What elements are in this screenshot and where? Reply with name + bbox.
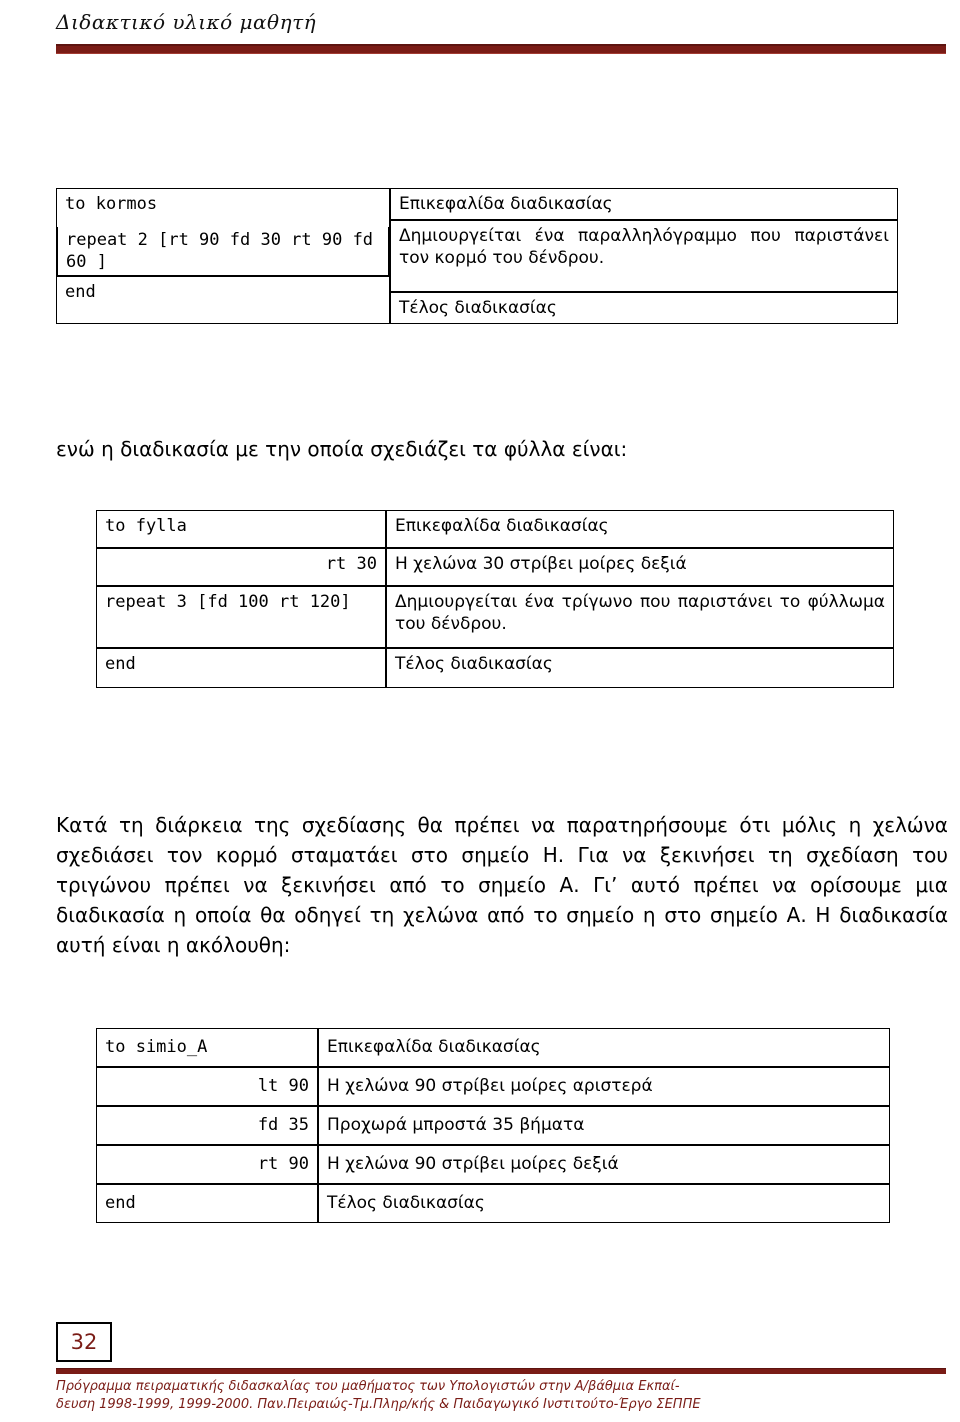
- code-cell: to fylla: [96, 510, 386, 548]
- comment-text: Η χελώνα 90 στρίβει μοίρες αριστερά: [327, 1076, 653, 1097]
- code-cell: lt 90: [96, 1067, 318, 1106]
- code-cell: to simio_A: [96, 1028, 318, 1067]
- comment-cell: Προχωρά μπροστά 35 βήματα: [318, 1106, 890, 1145]
- simio-code-column: to simio_A lt 90 fd 35 rt 90 end: [96, 1028, 318, 1223]
- footer-line-2: δευση 1998-1999, 1999-2000. Παν.Πειραιώς…: [56, 1396, 701, 1412]
- code-text: rt 30: [325, 554, 377, 574]
- comment-text: Η χελώνα 90 στρίβει μοίρες δεξιά: [327, 1154, 619, 1175]
- code-cell: rt 90: [96, 1145, 318, 1184]
- document-page: Διδακτικό υλικό μαθητή to kormos end Επι…: [0, 0, 960, 1422]
- header-divider: [56, 44, 946, 54]
- comment-text: Τέλος διαδικασίας: [395, 654, 553, 674]
- code-cell: end: [96, 648, 386, 688]
- intro-paragraph: ενώ η διαδικασία με την οποία σχεδιάζει …: [56, 437, 628, 461]
- code-cell: end: [96, 1184, 318, 1223]
- code-text: repeat 2 [rt 90 fd 30 rt 90 fd 60 ]: [66, 230, 374, 273]
- footer-note: Πρόγραμμα πειραματικής διδασκαλίας του μ…: [56, 1378, 948, 1413]
- comment-cell: Η χελώνα 90 στρίβει μοίρες δεξιά: [318, 1145, 890, 1184]
- body-paragraph: Κατά τη διάρκεια της σχεδίασης θα πρέπει…: [56, 813, 948, 957]
- simio-A-procedure-table: to simio_A lt 90 fd 35 rt 90 end Επικεφα…: [96, 1028, 890, 1223]
- comment-cell: Επικεφαλίδα διαδικασίας: [318, 1028, 890, 1067]
- comment-cell: Η χελώνα 30 στρίβει μοίρες δεξιά: [386, 548, 894, 586]
- comment-text: Προχωρά μπροστά 35 βήματα: [327, 1115, 585, 1136]
- comment-text: Επικεφαλίδα διαδικασίας: [327, 1037, 541, 1058]
- code-text: to fylla: [105, 516, 187, 536]
- code-text: end: [65, 282, 96, 302]
- comment-cell: Τέλος διαδικασίας: [318, 1184, 890, 1223]
- comment-text: Τέλος διαδικασίας: [399, 298, 557, 318]
- code-text: to kormos: [65, 194, 158, 214]
- comment-cell: Επικεφαλίδα διαδικασίας: [386, 510, 894, 548]
- comment-text: Δημιουργείται ένα τρίγωνο που παριστάνει…: [395, 592, 885, 635]
- code-text: to simio_A: [105, 1037, 208, 1058]
- comment-cell: Τέλος διαδικασίας: [386, 648, 894, 688]
- fylla-procedure-table: to fylla rt 30 repeat 3 [fd 100 rt 120] …: [96, 510, 894, 688]
- code-cell: end: [56, 276, 390, 324]
- kormos-comment-column: Επικεφαλίδα διαδικασίας Δημιουργείται έν…: [390, 188, 898, 324]
- code-text: fd 35: [257, 1115, 309, 1136]
- code-cell: fd 35: [96, 1106, 318, 1145]
- page-number: 32: [56, 1322, 112, 1362]
- comment-text: Επικεφαλίδα διαδικασίας: [395, 516, 609, 536]
- comment-text: Δημιουργείται ένα παραλληλόγραμμο που πα…: [399, 226, 889, 269]
- page-title: Διδακτικό υλικό μαθητή: [56, 10, 317, 34]
- code-cell: repeat 3 [fd 100 rt 120]: [96, 586, 386, 648]
- code-cell: rt 30: [96, 548, 386, 586]
- footer-divider: [56, 1368, 946, 1374]
- comment-cell: Επικεφαλίδα διαδικασίας: [390, 188, 898, 220]
- code-text: end: [105, 654, 136, 674]
- fylla-code-column: to fylla rt 30 repeat 3 [fd 100 rt 120] …: [96, 510, 386, 688]
- code-text: lt 90: [257, 1076, 309, 1097]
- code-text: rt 90: [257, 1154, 309, 1175]
- code-text: repeat 3 [fd 100 rt 120]: [105, 592, 351, 612]
- comment-cell: Δημιουργείται ένα παραλληλόγραμμο που πα…: [390, 220, 898, 292]
- comment-text: Τέλος διαδικασίας: [327, 1193, 485, 1214]
- comment-cell: Η χελώνα 90 στρίβει μοίρες αριστερά: [318, 1067, 890, 1106]
- comment-cell: Δημιουργείται ένα τρίγωνο που παριστάνει…: [386, 586, 894, 648]
- code-cell: repeat 2 [rt 90 fd 30 rt 90 fd 60 ]: [57, 227, 389, 276]
- simio-comment-column: Επικεφαλίδα διαδικασίας Η χελώνα 90 στρί…: [318, 1028, 890, 1223]
- footer-line-1: Πρόγραμμα πειραματικής διδασκαλίας του μ…: [56, 1379, 680, 1394]
- code-text: end: [105, 1193, 136, 1214]
- fylla-comment-column: Επικεφαλίδα διαδικασίας Η χελώνα 30 στρί…: [386, 510, 894, 688]
- comment-text: Επικεφαλίδα διαδικασίας: [399, 194, 613, 214]
- comment-cell: Τέλος διαδικασίας: [390, 292, 898, 324]
- comment-text: Η χελώνα 30 στρίβει μοίρες δεξιά: [395, 554, 687, 574]
